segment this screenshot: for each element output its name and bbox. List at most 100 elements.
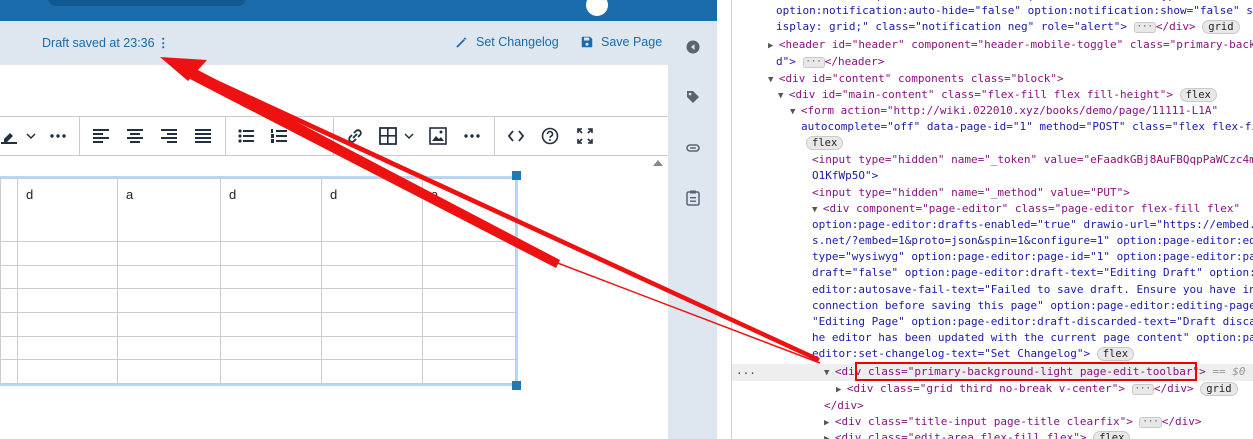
dom-node-line[interactable]: draft="false" option:page-editor:draft-t… (812, 265, 1253, 281)
collapse-triangle-icon[interactable]: ▶ (836, 385, 847, 395)
dom-node-line[interactable]: editor:set-changelog-text="Set Changelog… (812, 346, 1135, 362)
table-cell[interactable]: d (321, 177, 423, 243)
more-icon[interactable] (302, 125, 322, 147)
image-icon[interactable] (427, 125, 449, 147)
more-icon[interactable] (461, 125, 483, 147)
highlight-icon[interactable] (0, 125, 20, 147)
layout-badge[interactable]: grid (1202, 20, 1240, 34)
table-icon[interactable] (377, 125, 399, 147)
draft-menu-icon[interactable]: ⋮ (157, 35, 170, 50)
dom-node-line[interactable]: editor:autosave-fail-text="Failed to sav… (812, 282, 1253, 298)
collapse-triangle-icon[interactable]: ▶ (768, 41, 779, 51)
closing-tag: </div> (1155, 20, 1196, 33)
help-icon[interactable] (539, 125, 561, 147)
dom-node-line[interactable]: ▼ <div id="main-content" class="flex-fil… (778, 87, 1217, 104)
avatar[interactable] (586, 0, 608, 16)
table-cell[interactable] (0, 177, 18, 243)
more-icon[interactable] (47, 125, 69, 147)
dom-node-line[interactable]: isplay: grid;" class="notification neg" … (776, 19, 1240, 35)
dom-node-line[interactable]: s.net/?embed=1&proto=json&spin=1&configu… (812, 233, 1253, 249)
table-resize-handle[interactable] (512, 171, 521, 180)
table-cell[interactable]: d (17, 177, 118, 243)
dom-node-line[interactable]: ▶ <div class="title-input page-title cle… (824, 414, 1202, 431)
dom-node-line[interactable]: "Editing Page" option:page-editor:draft-… (812, 314, 1253, 330)
caret-left-icon[interactable] (684, 38, 702, 56)
layout-badge[interactable]: flex (1096, 347, 1135, 361)
dom-node-text: editor:autosave-fail-text="Failed to sav… (812, 283, 1253, 296)
dom-node-line[interactable]: ▶ <div class="edit-area flex-fill flex">… (824, 430, 1131, 439)
dom-node-line[interactable]: O1KfWp5O"> (812, 168, 878, 184)
search-bar[interactable] (48, 0, 246, 6)
dom-node-line[interactable]: option:page-editor:drafts-enabled="true"… (812, 217, 1253, 233)
collapsed-content-icon[interactable]: ··· (1139, 416, 1162, 428)
expand-triangle-icon[interactable]: ▼ (768, 75, 779, 85)
dom-node-text: "Editing Page" option:page-editor:draft-… (812, 315, 1253, 328)
expand-triangle-icon[interactable]: ▼ (790, 107, 801, 117)
collapse-triangle-icon[interactable]: ▶ (824, 418, 835, 428)
content-table[interactable]: d a d d a (0, 176, 518, 386)
table-cell[interactable]: a (117, 177, 221, 243)
annotation-highlight-box (855, 362, 1197, 381)
align-justify-icon[interactable] (192, 125, 214, 147)
dom-node-line[interactable]: option:notification:auto-hide="false" op… (776, 3, 1253, 19)
dom-node-line[interactable]: autocomplete="off" data-page-id="1" meth… (801, 119, 1253, 135)
table-cell[interactable]: a (422, 177, 516, 243)
code-icon[interactable] (505, 125, 527, 147)
layout-badge[interactable]: flex (806, 136, 844, 150)
table-row (0, 311, 516, 337)
dom-node-text: <input type="hidden" name="_token" value… (812, 153, 1253, 166)
align-right-icon[interactable] (158, 125, 180, 147)
paperclip-icon[interactable] (684, 139, 702, 157)
dom-node-line[interactable]: </div> (824, 398, 864, 414)
collapsed-content-icon[interactable]: ··· (802, 56, 825, 68)
save-page-button[interactable]: Save Page (581, 35, 662, 49)
collapsed-content-icon[interactable]: ··· (1133, 21, 1156, 33)
dom-node-text: <div class="edit-area flex-fill flex"> (834, 431, 1087, 439)
set-changelog-button[interactable]: Set Changelog (455, 35, 559, 49)
closing-tag: </div> (1161, 415, 1202, 428)
layout-badge[interactable]: flex (1179, 88, 1217, 102)
template-icon[interactable] (684, 189, 702, 207)
expand-triangle-icon[interactable]: ▼ (812, 205, 823, 215)
expand-triangle-icon[interactable]: ▼ (778, 91, 789, 101)
pencil-icon (456, 37, 467, 47)
dom-node-line[interactable]: ▼ <div id="content" components class="bl… (768, 71, 1064, 88)
bullet-list-icon[interactable] (235, 125, 257, 147)
dom-node-line[interactable]: <input type="hidden" name="_method" valu… (812, 185, 1130, 201)
dom-node-line[interactable]: type="wysiwyg" option:page-editor:page-i… (812, 249, 1253, 265)
table-resize-handle[interactable] (512, 381, 521, 390)
dom-node-line[interactable]: connection before saving this page" opti… (812, 298, 1253, 314)
align-left-icon[interactable] (90, 125, 112, 147)
row-menu-icon[interactable]: ··· (736, 366, 756, 382)
chevron-down-icon[interactable] (402, 125, 416, 147)
fullscreen-icon[interactable] (574, 125, 596, 147)
toolbar-divider (333, 117, 334, 155)
dom-node-line[interactable]: ▼ <form action="http://wiki.022010.xyz/b… (790, 103, 1218, 120)
collapsed-content-icon[interactable]: ··· (1131, 383, 1154, 395)
dom-node-line[interactable]: ▶ <div class="grid third no-break v-cent… (836, 381, 1238, 398)
expand-triangle-icon[interactable]: ▼ (824, 368, 835, 378)
link-icon[interactable] (344, 125, 366, 147)
dom-node-line[interactable]: ▼ <div component="page-editor" class="pa… (812, 201, 1240, 218)
collapse-triangle-icon[interactable]: ▶ (824, 434, 835, 439)
layout-badge[interactable]: flex (1093, 431, 1131, 439)
chevron-down-icon[interactable] (24, 125, 38, 147)
draft-status[interactable]: Draft saved at 23:36 (42, 36, 155, 50)
dom-node-line[interactable]: d"> ··· </header> (776, 54, 884, 70)
dom-node-text: d"> (776, 55, 796, 68)
dom-node-line[interactable]: flex (806, 135, 844, 151)
scroll-up-arrow[interactable] (653, 160, 663, 166)
dom-node-text: </div> (824, 399, 864, 412)
table-row (0, 241, 516, 266)
dom-node-line[interactable]: <input type="hidden" name="_token" value… (812, 152, 1253, 168)
align-center-icon[interactable] (124, 125, 146, 147)
dom-node-line[interactable]: <div component="notification" option:not… (824, 0, 1221, 4)
dom-node-line[interactable]: he editor has been updated with the curr… (812, 330, 1253, 346)
tag-icon[interactable] (684, 88, 702, 106)
numbered-list-icon[interactable] (268, 125, 290, 147)
table-cell[interactable]: d (220, 177, 322, 243)
set-changelog-label: Set Changelog (476, 35, 559, 49)
layout-badge[interactable]: grid (1200, 382, 1238, 396)
dom-node-line[interactable]: ▶ <header id="header" component="header-… (768, 37, 1253, 54)
table-row (0, 335, 516, 361)
